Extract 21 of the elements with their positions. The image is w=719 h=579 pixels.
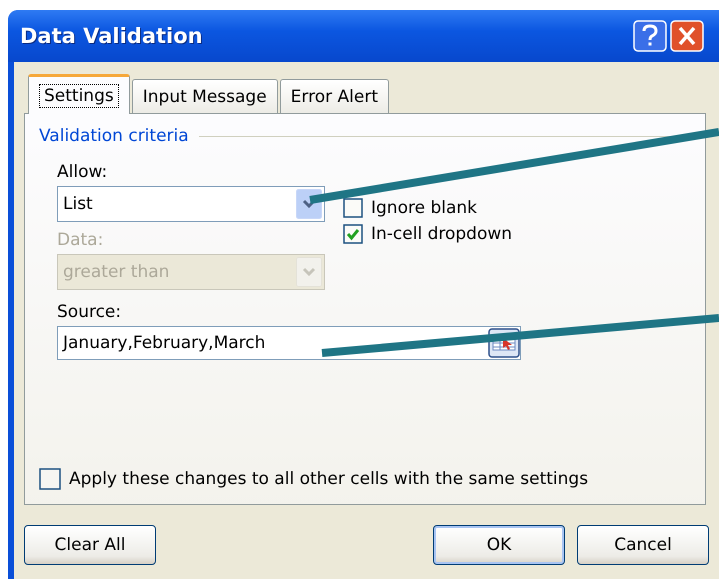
- group-title: Validation criteria: [39, 126, 189, 146]
- field-label: Source:: [57, 302, 122, 322]
- allow-dropdown[interactable]: List: [57, 186, 325, 222]
- checkbox[interactable]: [343, 224, 363, 244]
- tab[interactable]: Input Message: [132, 79, 278, 113]
- field-label: Allow:: [57, 162, 108, 182]
- dialog-button[interactable]: OK: [433, 525, 565, 565]
- dialog-button[interactable]: Clear All: [24, 525, 156, 565]
- tab[interactable]: Error Alert: [280, 79, 389, 113]
- dialog-button[interactable]: Cancel: [577, 525, 709, 565]
- source-field[interactable]: January,February,March: [57, 326, 521, 360]
- checkbox-label: Ignore blank: [371, 198, 478, 218]
- checkbox[interactable]: [343, 198, 363, 218]
- checkbox-label: In-cell dropdown: [371, 224, 512, 244]
- checkbox[interactable]: [39, 468, 61, 490]
- field-label: Data:: [57, 230, 104, 250]
- close-button[interactable]: [670, 20, 704, 52]
- window-title: Data Validation: [20, 24, 203, 48]
- help-button[interactable]: [633, 20, 667, 52]
- tab[interactable]: Settings: [28, 74, 130, 114]
- checkbox-label: Apply these changes to all other cells with the same settings: [69, 469, 588, 489]
